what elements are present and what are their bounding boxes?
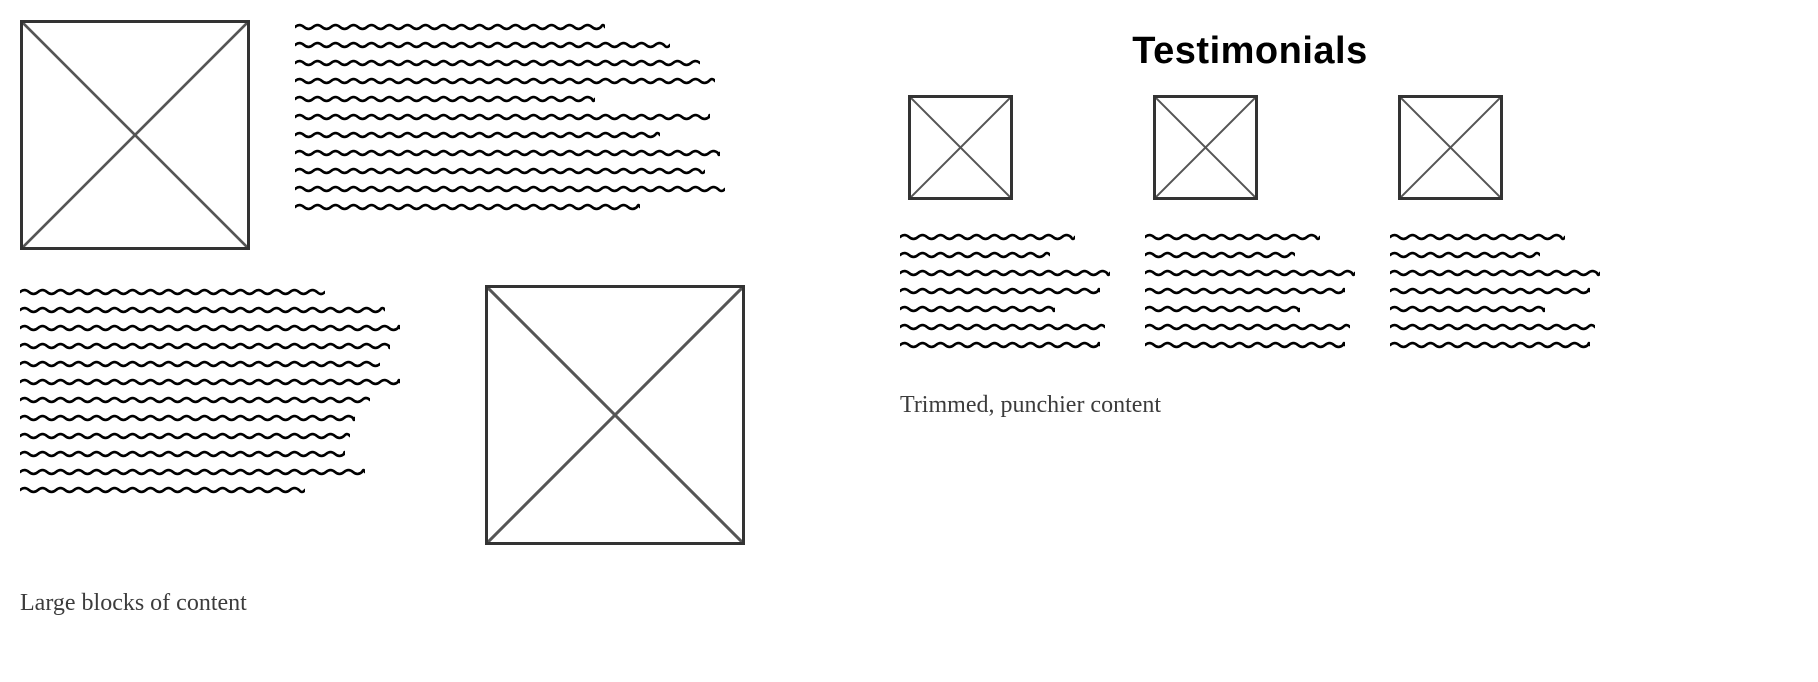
placeholder-text-line (900, 230, 1110, 244)
placeholder-text-line (295, 146, 725, 160)
placeholder-text-line (1390, 266, 1600, 280)
placeholder-text-line (295, 92, 725, 106)
placeholder-text-line (900, 284, 1110, 298)
placeholder-text-line (1390, 248, 1600, 262)
placeholder-text-line (295, 38, 725, 52)
placeholder-text-line (1390, 302, 1600, 316)
placeholder-image-icon (20, 20, 250, 250)
placeholder-text-line (295, 20, 725, 34)
placeholder-image-icon (485, 285, 745, 545)
placeholder-text-line (295, 74, 725, 88)
placeholder-text-line (20, 303, 400, 317)
placeholder-text-line (295, 200, 725, 214)
placeholder-text-line (20, 483, 400, 497)
right-panel: Testimonials Trimmed, punchier content (900, 20, 1600, 662)
left-panel: Large blocks of content (20, 20, 760, 662)
testimonials-heading: Testimonials (900, 30, 1600, 73)
text-block-1 (295, 20, 725, 214)
text-block-2 (20, 285, 400, 497)
testimonial-column (900, 95, 1110, 352)
testimonial-column (1145, 95, 1355, 352)
placeholder-text-line (1145, 230, 1355, 244)
testimonials-columns (900, 95, 1600, 352)
content-row-2 (20, 285, 760, 545)
left-caption: Large blocks of content (20, 590, 760, 617)
testimonial-text (900, 230, 1110, 352)
placeholder-text-line (20, 285, 400, 299)
placeholder-text-line (295, 110, 725, 124)
placeholder-text-line (20, 321, 400, 335)
placeholder-text-line (295, 182, 725, 196)
placeholder-text-line (900, 338, 1110, 352)
right-caption: Trimmed, punchier content (900, 392, 1600, 419)
placeholder-text-line (1145, 266, 1355, 280)
placeholder-text-line (900, 302, 1110, 316)
placeholder-text-line (1145, 338, 1355, 352)
placeholder-text-line (1390, 338, 1600, 352)
placeholder-image-icon (1398, 95, 1503, 200)
placeholder-image-icon (908, 95, 1013, 200)
placeholder-text-line (900, 248, 1110, 262)
testimonial-text (1390, 230, 1600, 352)
testimonial-column (1390, 95, 1600, 352)
placeholder-image-icon (1153, 95, 1258, 200)
placeholder-text-line (1145, 302, 1355, 316)
content-row-1 (20, 20, 760, 250)
placeholder-text-line (1145, 320, 1355, 334)
placeholder-text-line (20, 411, 400, 425)
placeholder-text-line (20, 393, 400, 407)
placeholder-text-line (20, 375, 400, 389)
placeholder-text-line (900, 266, 1110, 280)
placeholder-text-line (295, 164, 725, 178)
placeholder-text-line (295, 128, 725, 142)
placeholder-text-line (20, 339, 400, 353)
placeholder-text-line (295, 56, 725, 70)
testimonial-text (1145, 230, 1355, 352)
placeholder-text-line (1390, 320, 1600, 334)
placeholder-text-line (1390, 284, 1600, 298)
placeholder-text-line (20, 447, 400, 461)
placeholder-text-line (1390, 230, 1600, 244)
placeholder-text-line (1145, 284, 1355, 298)
placeholder-text-line (20, 357, 400, 371)
placeholder-text-line (900, 320, 1110, 334)
placeholder-text-line (1145, 248, 1355, 262)
placeholder-text-line (20, 429, 400, 443)
placeholder-text-line (20, 465, 400, 479)
